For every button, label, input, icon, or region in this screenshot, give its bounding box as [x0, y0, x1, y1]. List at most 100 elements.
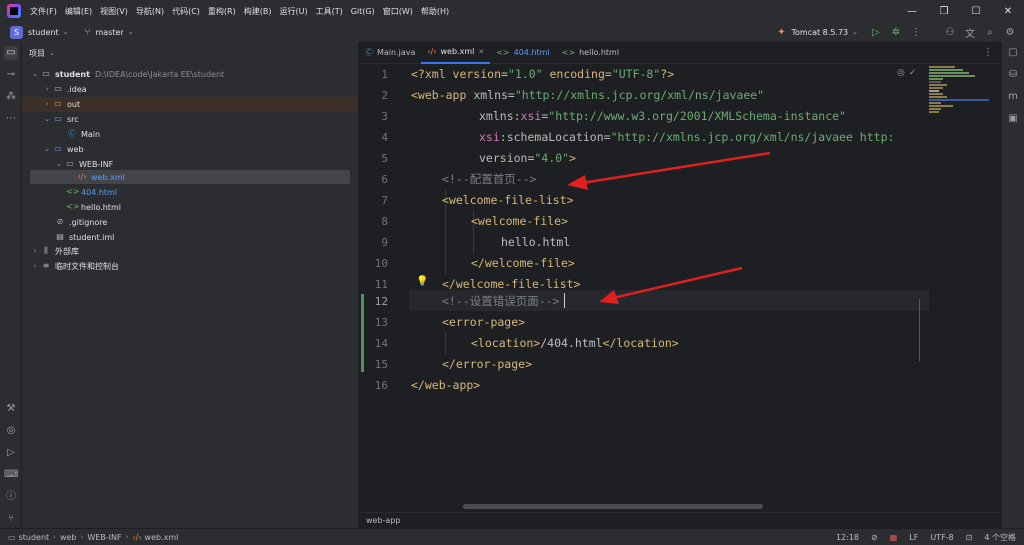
- more-tabs-icon[interactable]: ⋮: [983, 47, 993, 58]
- inspection-widget[interactable]: ◎ ✓: [897, 68, 916, 78]
- tab-hello-html[interactable]: <> hello.html: [556, 42, 625, 64]
- tree-item-web-xml[interactable]: ‹/› web.xml: [30, 170, 350, 184]
- library-icon: ⫼: [44, 246, 48, 255]
- breadcrumb-item[interactable]: web: [60, 533, 77, 542]
- project-tool-icon[interactable]: ▭: [4, 46, 18, 60]
- tree-item-web[interactable]: ⌄ ▭ web: [30, 142, 350, 156]
- menu-run[interactable]: 运行(U): [279, 6, 307, 17]
- code-token: ?>: [660, 67, 675, 81]
- add-user-icon[interactable]: ⚇: [940, 27, 960, 38]
- build-icon[interactable]: ⚒: [4, 402, 18, 416]
- line-separator[interactable]: LF: [909, 533, 918, 542]
- tab-main-java[interactable]: Ⓒ Main.java: [359, 42, 421, 64]
- problems-icon[interactable]: ⓘ: [4, 490, 18, 504]
- translate-icon[interactable]: 文: [960, 25, 980, 40]
- check-icon[interactable]: ✓: [909, 68, 917, 78]
- menu-build[interactable]: 构建(B): [244, 6, 272, 17]
- project-panel: 项目 ⌄ ⌄ ▭ student D:\IDEA\code\Jakarta EE…: [22, 42, 358, 528]
- structure-icon[interactable]: ⁂: [4, 90, 18, 104]
- chevron-right-icon[interactable]: ›: [30, 247, 40, 255]
- branch-selector[interactable]: master: [95, 28, 123, 37]
- menu-view[interactable]: 视图(V): [100, 6, 128, 17]
- tab-404-html[interactable]: <> 404.html: [490, 42, 555, 64]
- file-encoding[interactable]: UTF-8: [930, 533, 953, 542]
- vcs-change-marker[interactable]: [361, 294, 364, 372]
- code-editor[interactable]: 1 2 3 4 5 6 7 8 9 10 11 12 13 14 15 16 💡…: [359, 64, 1001, 512]
- tree-item-external-libraries[interactable]: › ⫼ 外部库: [30, 244, 350, 258]
- minimap-line: [929, 66, 955, 68]
- chevron-down-icon[interactable]: ⌄: [54, 160, 64, 168]
- chevron-right-icon[interactable]: ›: [30, 262, 40, 270]
- more-tools-icon[interactable]: ⋯: [4, 112, 18, 126]
- menu-code[interactable]: 代码(C): [172, 6, 200, 17]
- excluded-folder-icon: ▭: [54, 99, 62, 108]
- chevron-down-icon[interactable]: ⌄: [42, 145, 52, 153]
- cursor-position[interactable]: 12:18: [836, 533, 859, 542]
- debug-icon[interactable]: ✲: [886, 27, 906, 38]
- code-area[interactable]: <?xml version="1.0" encoding="UTF-8"?> <…: [411, 64, 929, 512]
- minimize-button[interactable]: —: [896, 0, 928, 22]
- chevron-down-icon[interactable]: ⌄: [42, 115, 52, 123]
- breadcrumb-item[interactable]: WEB-INF: [87, 533, 121, 542]
- indent-setting[interactable]: 4 个空格: [984, 532, 1016, 543]
- search-icon[interactable]: ⌕: [980, 27, 1000, 38]
- horizontal-scrollbar[interactable]: [463, 504, 763, 509]
- chevron-right-icon[interactable]: ›: [42, 100, 52, 108]
- ai-assistant-icon[interactable]: ▣: [1006, 112, 1020, 126]
- project-panel-header[interactable]: 项目 ⌄: [22, 42, 358, 64]
- xml-file-icon: ‹/›: [427, 47, 437, 56]
- lock-icon[interactable]: ⊡: [966, 533, 973, 542]
- breadcrumb-item[interactable]: web.xml: [145, 533, 179, 542]
- run-icon[interactable]: ▷: [866, 27, 886, 38]
- line-number: 14: [374, 337, 388, 350]
- commit-icon[interactable]: ⊸: [4, 68, 18, 82]
- breadcrumb-item[interactable]: student: [19, 533, 50, 542]
- run-tool-icon[interactable]: ▷: [4, 446, 18, 460]
- tree-item-hello-html[interactable]: <> hello.html: [30, 200, 350, 214]
- maximize-button[interactable]: ☐: [960, 0, 992, 22]
- menu-git[interactable]: Git(G): [351, 7, 375, 16]
- code-line-10: </welcome-file>: [471, 256, 575, 270]
- menu-file[interactable]: 文件(F): [30, 6, 57, 17]
- menu-navigate[interactable]: 导航(N): [136, 6, 164, 17]
- no-power-save-icon[interactable]: ⊘: [871, 533, 878, 542]
- settings-icon[interactable]: ⚙: [1000, 27, 1020, 38]
- tree-item-gitignore[interactable]: ⊘ .gitignore: [30, 215, 350, 229]
- chevron-down-icon[interactable]: ⌄: [30, 70, 40, 78]
- tree-item-out[interactable]: › ▭ out: [30, 97, 350, 111]
- run-config-selector[interactable]: Tomcat 8.5.73: [791, 28, 848, 37]
- code-minimap[interactable]: [927, 64, 989, 512]
- code-line-14: <location>/404.html</location>: [471, 333, 679, 354]
- project-selector[interactable]: student: [28, 28, 59, 37]
- maven-icon[interactable]: m: [1006, 90, 1020, 104]
- tree-item-student[interactable]: ⌄ ▭ student D:\IDEA\code\Jakarta EE\stud…: [30, 67, 350, 81]
- tree-item-scratches[interactable]: › ≡ 临时文件和控制台: [30, 259, 350, 273]
- tree-item-main[interactable]: Ⓒ Main: [30, 127, 350, 141]
- minimap-line: [929, 72, 969, 74]
- more-actions-icon[interactable]: ⋮: [906, 27, 926, 38]
- tree-item-student-iml[interactable]: ▤ student.iml: [30, 230, 350, 244]
- restore-button[interactable]: ❐: [928, 0, 960, 22]
- terminal-icon[interactable]: ⌨: [4, 468, 18, 482]
- reader-mode-icon[interactable]: ◎: [897, 68, 905, 78]
- tree-item-404-html[interactable]: <> 404.html: [30, 185, 350, 199]
- menu-help[interactable]: 帮助(H): [421, 6, 449, 17]
- notifications-icon[interactable]: ▢: [1006, 46, 1020, 60]
- project-badge[interactable]: S: [10, 25, 23, 39]
- tree-item-web-inf[interactable]: ⌄ ▭ WEB-INF: [30, 157, 350, 171]
- menu-tools[interactable]: 工具(T): [316, 6, 343, 17]
- tree-item-src[interactable]: ⌄ ▭ src: [30, 112, 350, 126]
- menu-window[interactable]: 窗口(W): [383, 6, 413, 17]
- close-window-button[interactable]: ✕: [992, 0, 1024, 22]
- editor-breadcrumb[interactable]: web-app: [359, 512, 1001, 528]
- tree-item-idea[interactable]: › ▭ .idea: [30, 82, 350, 96]
- close-icon[interactable]: ✕: [478, 48, 484, 56]
- menu-edit[interactable]: 编辑(E): [65, 6, 92, 17]
- services-icon[interactable]: ◎: [4, 424, 18, 438]
- chevron-right-icon[interactable]: ›: [42, 85, 52, 93]
- git-icon[interactable]: ⑂: [4, 512, 18, 526]
- database-icon[interactable]: ⛁: [1006, 68, 1020, 82]
- windows-icon[interactable]: ▦: [890, 533, 898, 542]
- menu-refactor[interactable]: 重构(R): [208, 6, 236, 17]
- tab-web-xml[interactable]: ‹/› web.xml ✕: [421, 42, 491, 64]
